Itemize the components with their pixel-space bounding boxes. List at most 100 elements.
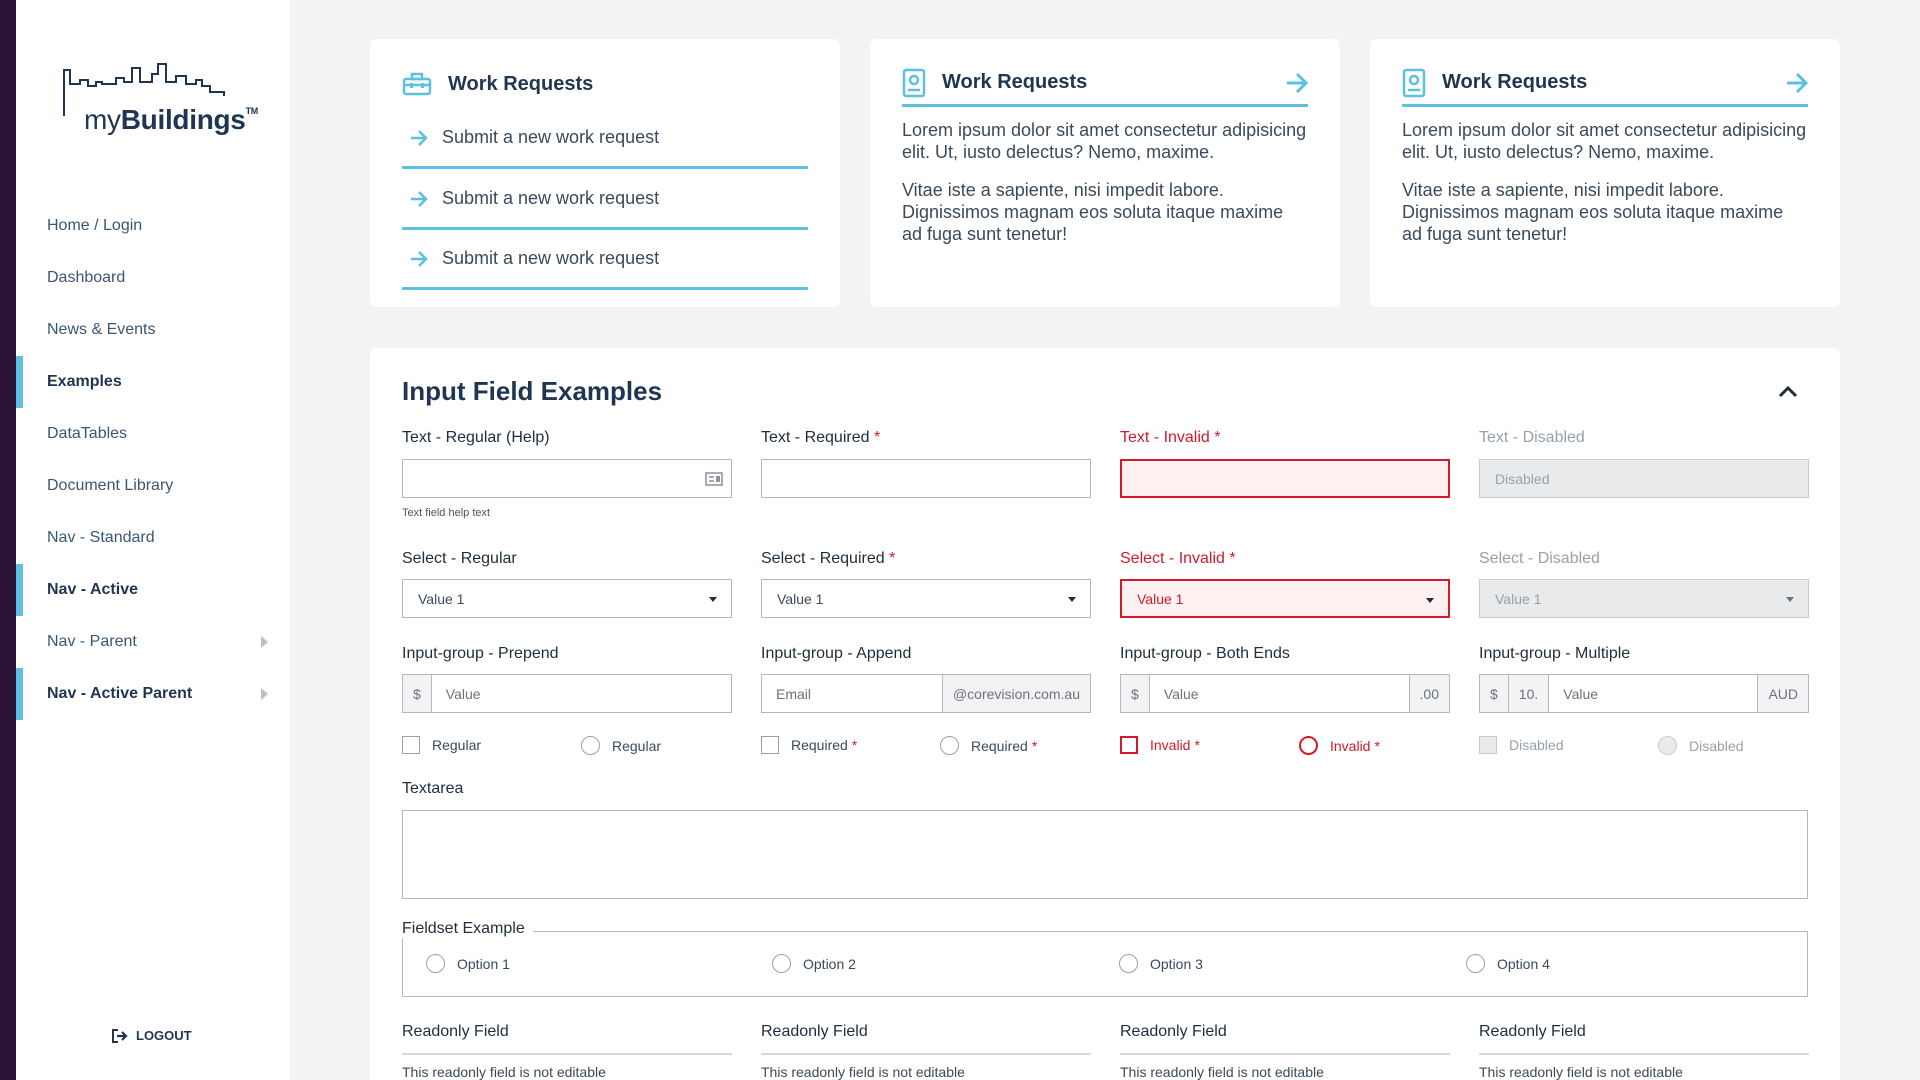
- text-invalid-input[interactable]: [1120, 459, 1450, 498]
- mybuildings-logo[interactable]: myBuildingsTM: [62, 58, 262, 148]
- readonly-label: Readonly Field: [1120, 1023, 1227, 1040]
- panel-title: Input Field Examples: [402, 376, 663, 406]
- readonly-underline: [761, 1053, 1091, 1055]
- text-required-input[interactable]: [761, 459, 1091, 498]
- input-field-examples-panel: Input Field Examples Text - Regular (Hel…: [370, 348, 1840, 1080]
- input-group-both-ends[interactable]: $ Value .00: [1120, 674, 1450, 713]
- select-disabled: Value 1: [1479, 579, 1809, 618]
- checkbox-regular[interactable]: Regular: [402, 736, 481, 754]
- text-disabled-input: Disabled: [1479, 459, 1809, 498]
- nav-item-nav-active-parent[interactable]: Nav - Active Parent: [16, 668, 290, 720]
- arrow-right-icon[interactable]: [1286, 73, 1308, 93]
- card-body: Lorem ipsum dolor sit amet consectetur a…: [1402, 120, 1807, 244]
- nav-item-examples[interactable]: Examples: [16, 356, 290, 408]
- work-requests-card[interactable]: Work Requests Lorem ipsum dolor sit amet…: [1370, 39, 1840, 307]
- caret-down-icon: [1068, 597, 1076, 602]
- arrow-right-icon: [411, 129, 428, 146]
- readonly-label: Readonly Field: [761, 1023, 868, 1040]
- nav-item-home-login[interactable]: Home / Login: [16, 200, 290, 252]
- readonly-value: This readonly field is not editable: [1479, 1064, 1683, 1080]
- checkbox-required[interactable]: Required *: [761, 736, 857, 754]
- input-group-append[interactable]: Email @corevision.com.au: [761, 674, 1091, 713]
- checkbox-invalid[interactable]: Invalid *: [1120, 736, 1200, 754]
- select-regular-label: Select - Regular: [402, 550, 517, 567]
- input-group-multiple[interactable]: $ 10. Value AUD: [1479, 674, 1809, 713]
- text-regular-input[interactable]: [402, 459, 732, 498]
- textarea-label: Textarea: [402, 780, 464, 797]
- id-badge-icon: [902, 68, 926, 97]
- logout-icon: [112, 1028, 128, 1043]
- readonly-underline: [1120, 1053, 1450, 1055]
- work-request-link[interactable]: Submit a new work request: [402, 230, 808, 290]
- chevron-up-icon[interactable]: [1778, 386, 1798, 398]
- work-requests-card-links: Work Requests Submit a new work request …: [370, 39, 840, 307]
- readonly-value: This readonly field is not editable: [1120, 1064, 1324, 1080]
- textarea[interactable]: [402, 810, 1808, 899]
- readonly-label: Readonly Field: [1479, 1023, 1586, 1040]
- radio-regular[interactable]: Regular: [581, 736, 661, 755]
- readonly-underline: [1479, 1053, 1809, 1055]
- input-group-multiple-label: Input-group - Multiple: [1479, 645, 1631, 662]
- radio-option-3[interactable]: Option 3: [1119, 954, 1203, 973]
- caret-down-icon: [1786, 597, 1794, 602]
- caret-down-icon: [709, 597, 717, 602]
- value-input[interactable]: Value: [431, 675, 731, 712]
- nav-item-datatables[interactable]: DataTables: [16, 408, 290, 460]
- nav-item-nav-active[interactable]: Nav - Active: [16, 564, 290, 616]
- text-required-label: Text - Required *: [761, 429, 881, 446]
- value-input[interactable]: Value: [1149, 675, 1409, 712]
- nav-item-nav-standard[interactable]: Nav - Standard: [16, 512, 290, 564]
- help-text: Text field help text: [402, 507, 491, 519]
- dollar-addon: $: [403, 675, 432, 712]
- input-group-prepend-label: Input-group - Prepend: [402, 645, 559, 662]
- readonly-underline: [402, 1053, 732, 1055]
- nav-item-document-library[interactable]: Document Library: [16, 460, 290, 512]
- arrow-right-icon: [411, 250, 428, 267]
- text-regular-label: Text - Regular (Help): [402, 429, 550, 446]
- select-required-label: Select - Required *: [761, 550, 896, 567]
- card-title: Work Requests: [1442, 71, 1588, 93]
- domain-addon: @corevision.com.au: [942, 675, 1090, 712]
- select-regular[interactable]: Value 1: [402, 579, 732, 618]
- card-header: Work Requests: [902, 61, 1308, 107]
- sidebar-nav: Home / Login Dashboard News & Events Exa…: [16, 200, 290, 720]
- logo-wordmark: myBuildingsTM: [84, 104, 258, 135]
- text-invalid-label: Text - Invalid *: [1120, 429, 1221, 446]
- caret-right-icon: [261, 688, 268, 700]
- toolbox-icon: [402, 72, 432, 96]
- work-request-link[interactable]: Submit a new work request: [402, 170, 808, 230]
- work-request-link[interactable]: Submit a new work request: [402, 109, 808, 169]
- radio-required[interactable]: Required *: [940, 736, 1037, 755]
- logout-button[interactable]: LOGOUT: [112, 1028, 192, 1043]
- radio-option-2[interactable]: Option 2: [772, 954, 856, 973]
- contact-card-icon: [705, 472, 723, 486]
- fieldset-border-top: [530, 931, 1808, 932]
- aud-addon: AUD: [1757, 675, 1808, 712]
- dollar-addon: $: [1121, 675, 1150, 712]
- radio-invalid[interactable]: Invalid *: [1299, 736, 1380, 755]
- email-input[interactable]: Email: [762, 675, 942, 712]
- window-edge: [0, 0, 16, 1080]
- fieldset-example: [402, 931, 1808, 997]
- work-requests-card[interactable]: Work Requests Lorem ipsum dolor sit amet…: [870, 39, 1340, 307]
- radio-disabled: Disabled: [1658, 736, 1743, 755]
- input-group-prepend[interactable]: $ Value: [402, 674, 732, 713]
- radio-option-1[interactable]: Option 1: [426, 954, 510, 973]
- value-input[interactable]: Value: [1549, 675, 1758, 712]
- select-required[interactable]: Value 1: [761, 579, 1091, 618]
- card-header: Work Requests: [1402, 61, 1808, 107]
- cents-addon: .00: [1408, 675, 1449, 712]
- readonly-value: This readonly field is not editable: [402, 1064, 606, 1080]
- card-body: Lorem ipsum dolor sit amet consectetur a…: [902, 120, 1307, 244]
- arrow-right-icon[interactable]: [1786, 73, 1808, 93]
- dollar-addon: $: [1480, 675, 1509, 712]
- radio-option-4[interactable]: Option 4: [1466, 954, 1550, 973]
- nav-item-news-events[interactable]: News & Events: [16, 304, 290, 356]
- arrow-right-icon: [411, 190, 428, 207]
- nav-item-nav-parent[interactable]: Nav - Parent: [16, 616, 290, 668]
- sidebar: myBuildingsTM Home / Login Dashboard New…: [16, 0, 290, 1080]
- select-invalid-label: Select - Invalid *: [1120, 550, 1236, 567]
- nav-item-dashboard[interactable]: Dashboard: [16, 252, 290, 304]
- fieldset-legend: Fieldset Example: [402, 920, 533, 938]
- select-invalid[interactable]: Value 1: [1120, 579, 1450, 618]
